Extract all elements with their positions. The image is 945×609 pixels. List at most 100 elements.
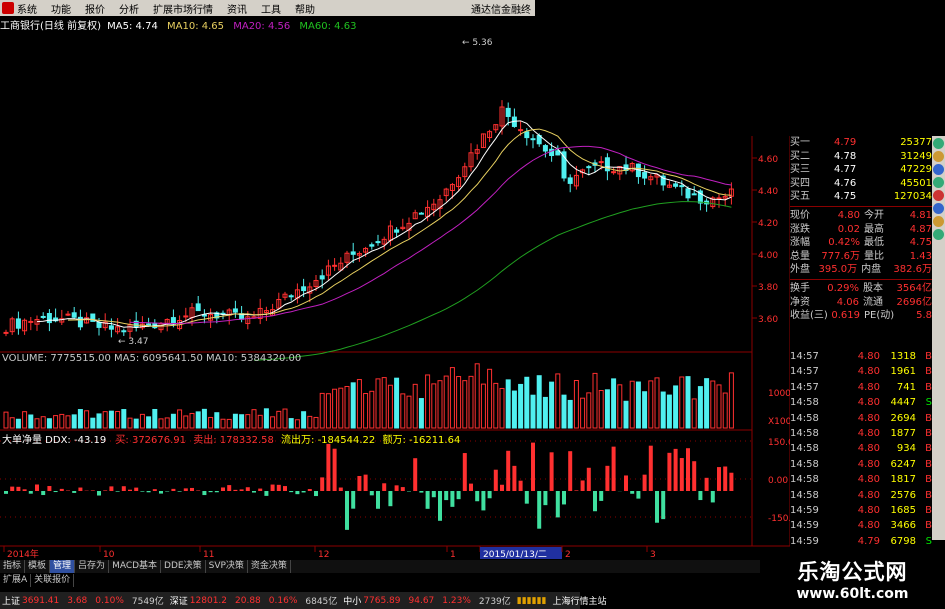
volume-bar bbox=[53, 415, 59, 429]
tab-extend-a[interactable]: 扩展A bbox=[0, 574, 32, 587]
tick-price: 4.80 bbox=[857, 458, 880, 470]
toolbar-button-icon[interactable] bbox=[933, 138, 944, 149]
tick-volume: 1318 bbox=[890, 351, 916, 362]
tab-indicator[interactable]: 吕存为 bbox=[75, 560, 110, 573]
volume-bar bbox=[518, 383, 524, 429]
ddx-bar bbox=[28, 491, 33, 494]
candle-body bbox=[524, 131, 530, 139]
volume-bar bbox=[561, 394, 567, 429]
candle-body bbox=[232, 308, 238, 313]
volume-bar bbox=[493, 382, 499, 429]
ddx-axis-label: 150.0 bbox=[768, 438, 790, 448]
tab-indicator[interactable]: DDE决策 bbox=[161, 560, 206, 573]
volume-bar bbox=[679, 376, 685, 429]
volume-bar bbox=[691, 398, 697, 429]
tick-side: B bbox=[925, 504, 932, 516]
tab-indicator[interactable]: 模板 bbox=[25, 560, 51, 573]
ddx-bar bbox=[593, 491, 597, 512]
tab-indicator[interactable]: MACD基本 bbox=[109, 560, 162, 573]
bid-price: 4.79 bbox=[834, 137, 857, 148]
ddx-bar bbox=[208, 491, 213, 493]
sh-index-change: 3.68 bbox=[67, 595, 88, 606]
toolbar-button-icon[interactable] bbox=[933, 229, 944, 240]
ddx-bar bbox=[35, 484, 39, 491]
stat-label: 换手 bbox=[790, 282, 810, 294]
ddx-bar bbox=[59, 488, 64, 491]
volume-bar bbox=[34, 418, 40, 429]
date-axis-label: 2014年 bbox=[7, 548, 39, 560]
volume-bar bbox=[195, 411, 201, 429]
candle-body bbox=[598, 161, 604, 164]
volume-bar bbox=[666, 394, 672, 429]
bid-row: 买四 4.76 45501 bbox=[790, 177, 932, 191]
ddx-bar bbox=[252, 491, 256, 493]
candle-body bbox=[673, 183, 679, 187]
toolbar-button-icon[interactable] bbox=[933, 203, 944, 214]
volume-bar bbox=[276, 410, 282, 429]
tick-price: 4.80 bbox=[857, 366, 880, 378]
volume-bar bbox=[406, 395, 412, 429]
server-site[interactable]: 上海行情主站 bbox=[553, 594, 607, 607]
candle-body bbox=[586, 166, 592, 169]
volume-bar bbox=[648, 380, 654, 429]
volume-bar bbox=[84, 410, 90, 429]
tick-time: 14:57 bbox=[790, 381, 819, 393]
toolbar-button-icon[interactable] bbox=[933, 216, 944, 227]
toolbar-button-icon[interactable] bbox=[933, 164, 944, 175]
stat-value: 4.80 bbox=[837, 209, 860, 221]
tick-row: 14:58 4.80 4447 S bbox=[790, 395, 932, 410]
candle-body bbox=[394, 229, 400, 233]
toolbar-button-icon[interactable] bbox=[933, 151, 944, 162]
ddx-bar bbox=[648, 445, 653, 491]
tick-volume: 3466 bbox=[890, 520, 916, 532]
ddx-outflow: 流出万: -184544.22 bbox=[281, 435, 376, 446]
ddx-bar bbox=[438, 491, 442, 521]
ddx-bar bbox=[537, 491, 542, 529]
volume-bar bbox=[183, 415, 189, 429]
ddx-bar bbox=[115, 491, 120, 492]
volume-bar bbox=[369, 390, 375, 429]
tick-volume: 6798 bbox=[890, 535, 916, 547]
tab-indicator[interactable]: 管理 bbox=[50, 560, 76, 573]
tab-related-quote[interactable]: 关联报价 bbox=[31, 574, 75, 587]
zx-index-label: 中小 bbox=[343, 597, 362, 607]
toolbar-button-icon[interactable] bbox=[933, 177, 944, 188]
tab-indicator[interactable]: 资金决策 bbox=[248, 560, 291, 573]
volume-bar bbox=[220, 418, 226, 429]
volume-bar bbox=[332, 388, 338, 429]
tick-price: 4.80 bbox=[857, 443, 880, 455]
sz-index-label: 深证 bbox=[169, 597, 188, 607]
volume-bar bbox=[356, 379, 362, 429]
volume-bar bbox=[499, 387, 505, 429]
tick-volume: 1817 bbox=[890, 474, 916, 486]
ddx-bar bbox=[568, 451, 573, 491]
tab-indicator[interactable]: SVP决策 bbox=[206, 560, 248, 573]
volume-bar bbox=[505, 379, 511, 429]
ddx-bar bbox=[692, 461, 697, 491]
volume-bar bbox=[425, 374, 431, 429]
ddx-bar bbox=[369, 491, 374, 496]
tick-volume: 1961 bbox=[890, 366, 916, 378]
ddx-buy: 买: 372676.91 bbox=[115, 435, 187, 446]
ddx-bar bbox=[425, 491, 430, 509]
price-axis-label: 4.00 bbox=[758, 251, 778, 261]
ddx-bar bbox=[227, 485, 232, 491]
bid-volume: 45501 bbox=[900, 177, 932, 189]
volume-bar bbox=[685, 376, 691, 429]
tick-list: 14:57 4.80 1318 B 14:57 4.80 1961 B 14:57 4.80 741… bbox=[790, 349, 932, 549]
stock-chart[interactable]: 4.60 4.40 4.20 4.00 3.80 3.60 10000 X1000 150.0 0… bbox=[0, 0, 790, 560]
ddx-bar bbox=[202, 491, 207, 496]
ddx-bar bbox=[450, 491, 455, 507]
toolbar-button-icon[interactable] bbox=[933, 190, 944, 201]
ddx-bar bbox=[134, 487, 139, 491]
stat-label: PE(动) bbox=[864, 310, 895, 322]
tick-time: 14:58 bbox=[790, 458, 819, 470]
tab-indicator[interactable]: 指标 bbox=[0, 560, 26, 573]
right-toolbar[interactable] bbox=[932, 136, 945, 540]
date-axis-label: 11 bbox=[203, 550, 214, 560]
volume-bar bbox=[313, 416, 319, 429]
tick-time: 14:57 bbox=[790, 351, 819, 362]
ddx-bar bbox=[183, 488, 188, 491]
stat-label: 现价 bbox=[790, 209, 810, 221]
ddx-bar bbox=[171, 488, 176, 491]
